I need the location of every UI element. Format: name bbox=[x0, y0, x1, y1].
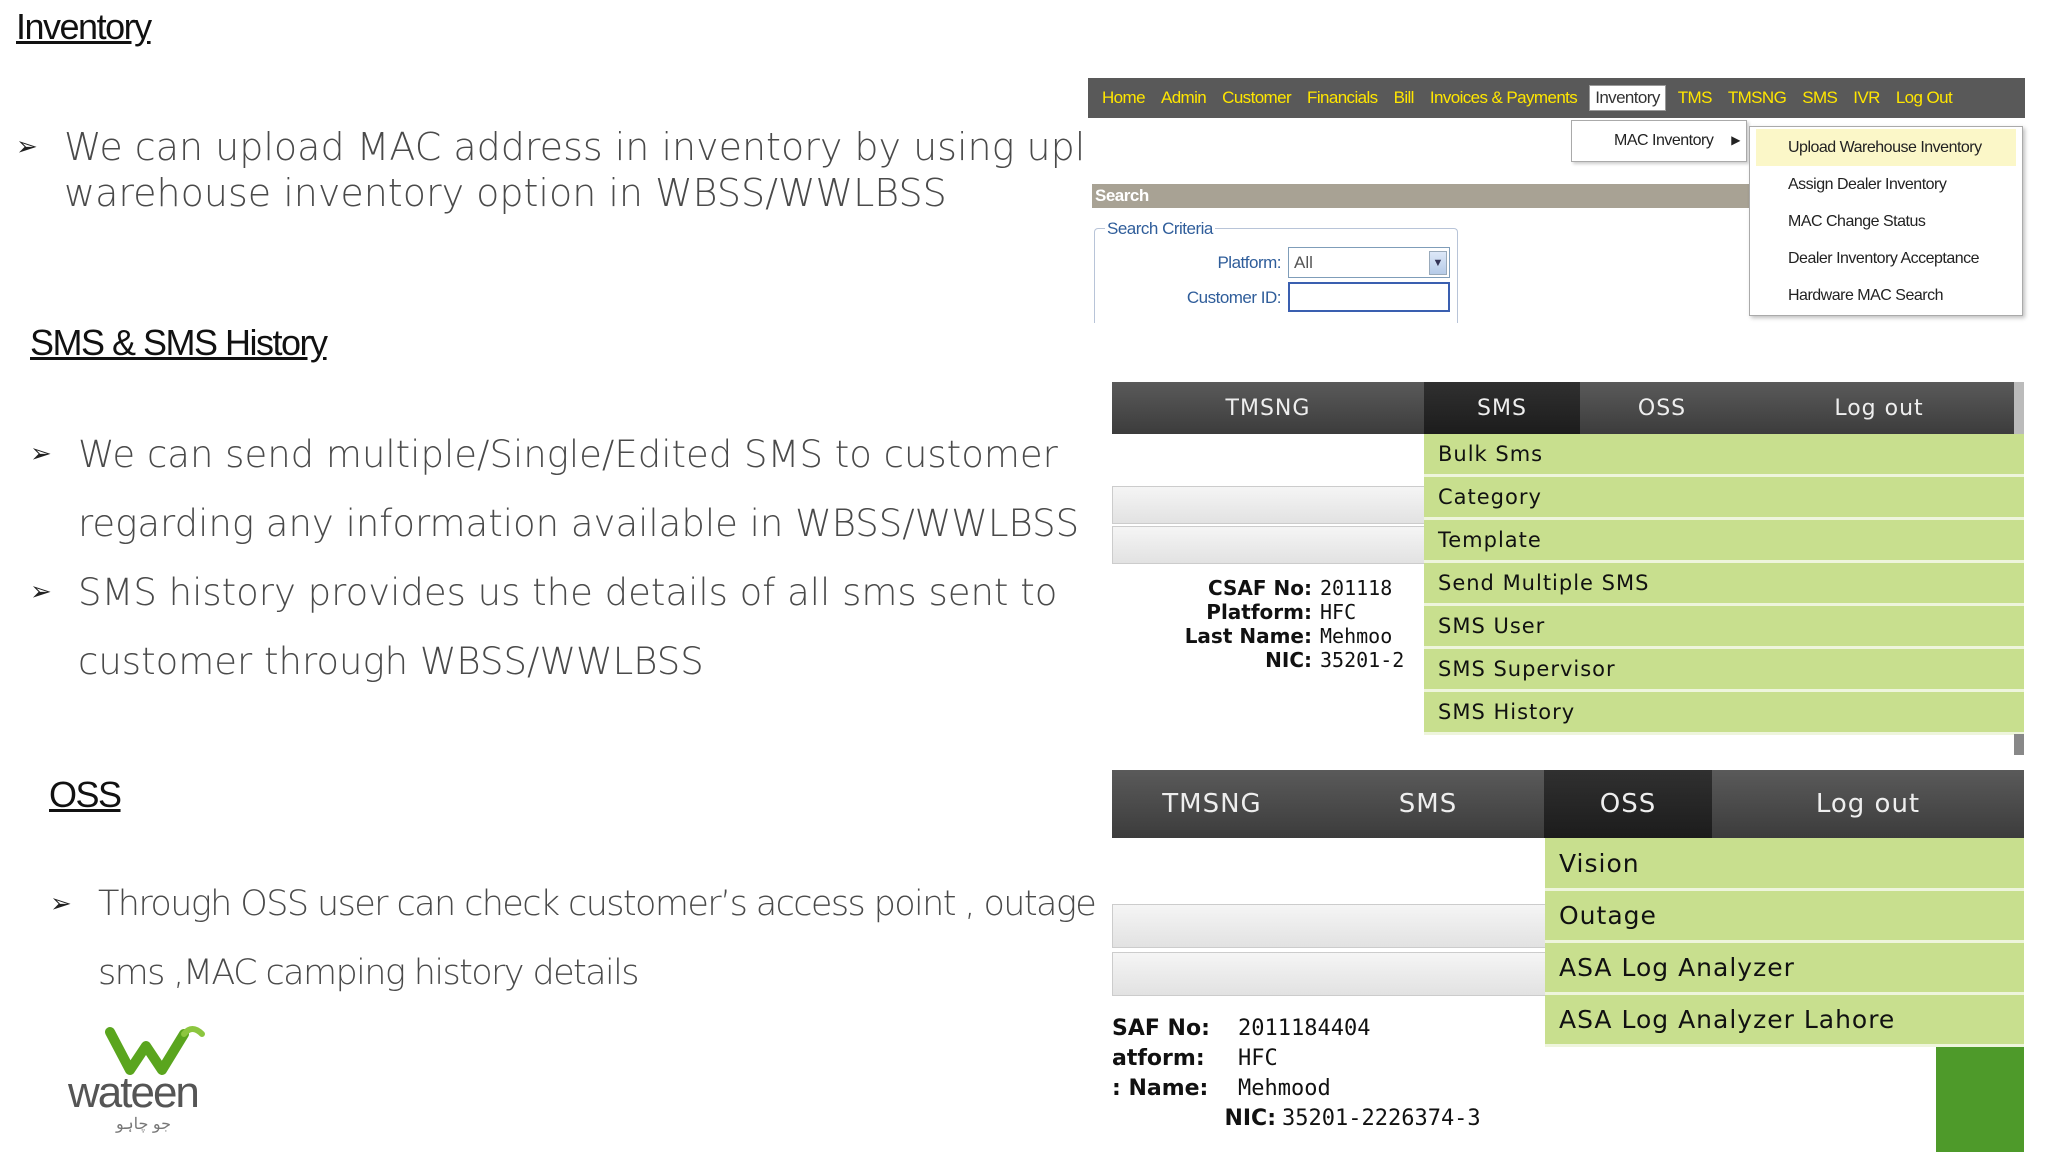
nav-financials[interactable]: Financials bbox=[1307, 88, 1378, 108]
arrow-bullet-icon: ➢ bbox=[50, 889, 72, 919]
nav-inventory[interactable]: Inventory bbox=[1589, 85, 1666, 111]
inventory-heading: Inventory bbox=[16, 6, 152, 47]
oss-dropdown-menu: Vision Outage ASA Log Analyzer ASA Log A… bbox=[1545, 838, 2024, 1047]
menu-sms-user[interactable]: SMS User bbox=[1424, 606, 2024, 649]
arrow-bullet-icon: ➢ bbox=[16, 132, 38, 162]
tab-sms[interactable]: SMS bbox=[1312, 770, 1544, 838]
wateen-logo: wateen جو چاہو bbox=[66, 1026, 246, 1136]
search-title-bar: Search bbox=[1092, 184, 1750, 208]
nav-ivr[interactable]: IVR bbox=[1853, 88, 1880, 108]
sms-screenshot: TMSNG SMS OSS Log out CSAF No: 201118 Pla… bbox=[1112, 382, 2024, 755]
menu-asa-log-analyzer[interactable]: ASA Log Analyzer bbox=[1545, 943, 2024, 995]
sms-dropdown-menu: Bulk Sms Category Template Send Multiple… bbox=[1424, 434, 2024, 735]
sms-heading: SMS & SMS History bbox=[30, 322, 328, 363]
menu-category[interactable]: Category bbox=[1424, 477, 2024, 520]
sms-bullet-1: ➢ We can send multiple/Single/Edited SMS… bbox=[30, 420, 1079, 558]
sms-tab-bar: TMSNG SMS OSS Log out bbox=[1112, 382, 2024, 434]
menu-assign-dealer-inventory[interactable]: Assign Dealer Inventory bbox=[1750, 166, 2022, 203]
arrow-bullet-icon: ➢ bbox=[30, 439, 52, 469]
oss-heading: OSS bbox=[49, 774, 122, 815]
tab-tmsng[interactable]: TMSNG bbox=[1112, 382, 1424, 434]
search-criteria-box: Search Criteria Platform: All ▼ Customer… bbox=[1094, 219, 1458, 323]
oss-bullet: ➢ Through OSS user can check customer’s … bbox=[50, 870, 1097, 1008]
search-criteria-legend: Search Criteria bbox=[1105, 219, 1215, 239]
menu-dealer-inventory-acceptance[interactable]: Dealer Inventory Acceptance bbox=[1750, 240, 2022, 277]
nav-bill[interactable]: Bill bbox=[1394, 88, 1415, 108]
arrow-bullet-icon: ➢ bbox=[30, 577, 52, 607]
menu-hardware-mac-search[interactable]: Hardware MAC Search bbox=[1750, 277, 2022, 314]
tab-oss[interactable]: OSS bbox=[1544, 770, 1712, 838]
nav-sms[interactable]: SMS bbox=[1802, 88, 1838, 108]
mac-inventory-submenu[interactable]: MAC Inventory ▶ bbox=[1571, 120, 1747, 162]
customer-info: CSAF No: 201118 Platform: HFC Last Name: Me… bbox=[1184, 576, 1405, 672]
sms-bullet-2: ➢ SMS history provides us the details of… bbox=[30, 558, 1057, 696]
logo-tagline: جو چاہو bbox=[116, 1116, 172, 1133]
tab-bar-edge bbox=[2014, 382, 2024, 434]
tab-logout[interactable]: Log out bbox=[1712, 770, 2024, 838]
logo-wordmark: wateen bbox=[68, 1068, 200, 1117]
nav-admin[interactable]: Admin bbox=[1161, 88, 1207, 108]
nav-logout[interactable]: Log Out bbox=[1896, 88, 1953, 108]
menu-upload-warehouse-inventory[interactable]: Upload Warehouse Inventory bbox=[1756, 129, 2016, 166]
platform-select[interactable]: All ▼ bbox=[1288, 247, 1450, 278]
menu-sms-supervisor[interactable]: SMS Supervisor bbox=[1424, 649, 2024, 692]
oss-tab-bar: TMSNG SMS OSS Log out bbox=[1112, 770, 2024, 838]
chevron-down-icon[interactable]: ▼ bbox=[1429, 251, 1447, 275]
chevron-right-icon: ▶ bbox=[1731, 133, 1740, 147]
customer-id-label: Customer ID: bbox=[1186, 288, 1282, 307]
oss-screenshot: TMSNG SMS OSS Log out SAF No: 2011184404 … bbox=[1112, 770, 2024, 1152]
tab-oss[interactable]: OSS bbox=[1580, 382, 1744, 434]
grey-field-2 bbox=[1112, 526, 1432, 564]
customer-id-input[interactable] bbox=[1288, 282, 1450, 312]
menu-bulk-sms[interactable]: Bulk Sms bbox=[1424, 434, 2024, 477]
menu-outage[interactable]: Outage bbox=[1545, 891, 2024, 943]
menu-vision[interactable]: Vision bbox=[1545, 838, 2024, 891]
menu-sms-history[interactable]: SMS History bbox=[1424, 692, 2024, 735]
nav-invoices[interactable]: Invoices & Payments bbox=[1430, 88, 1578, 108]
nav-customer[interactable]: Customer bbox=[1222, 88, 1291, 108]
scrollbar-edge bbox=[2014, 734, 2024, 755]
mac-inventory-menu: Upload Warehouse Inventory Assign Dealer… bbox=[1749, 126, 2023, 316]
menu-template[interactable]: Template bbox=[1424, 520, 2024, 563]
tab-tmsng[interactable]: TMSNG bbox=[1112, 770, 1312, 838]
nav-home[interactable]: Home bbox=[1102, 88, 1146, 108]
inventory-bullet: ➢ We can upload MAC address in inventory… bbox=[16, 125, 1156, 215]
top-nav-bar: Home Admin Customer Financials Bill Invo… bbox=[1088, 78, 2025, 118]
grey-field-1 bbox=[1112, 486, 1432, 524]
nav-tms[interactable]: TMS bbox=[1678, 88, 1713, 108]
menu-mac-change-status[interactable]: MAC Change Status bbox=[1750, 203, 2022, 240]
inventory-screenshot: Home Admin Customer Financials Bill Invo… bbox=[1088, 78, 2025, 323]
customer-info: SAF No: 2011184404 atform: HFC : Name: Mehm… bbox=[1112, 1016, 1481, 1131]
nav-tmsng[interactable]: TMSNG bbox=[1728, 88, 1787, 108]
menu-send-multiple-sms[interactable]: Send Multiple SMS bbox=[1424, 563, 2024, 606]
grey-field-2 bbox=[1112, 952, 1552, 996]
menu-asa-log-analyzer-lahore[interactable]: ASA Log Analyzer Lahore bbox=[1545, 995, 2024, 1047]
tab-sms[interactable]: SMS bbox=[1424, 382, 1580, 434]
grey-field-1 bbox=[1112, 904, 1552, 948]
platform-label: Platform: bbox=[1217, 253, 1281, 272]
tab-logout[interactable]: Log out bbox=[1744, 382, 2014, 434]
